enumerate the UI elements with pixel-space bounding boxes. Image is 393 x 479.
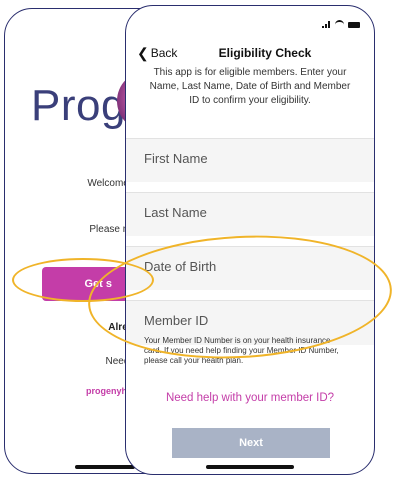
last-name-placeholder: Last Name: [144, 205, 207, 220]
field-separator: [126, 182, 374, 192]
progeny-logo-text: Prog: [31, 81, 126, 130]
home-indicator: [75, 465, 135, 469]
intro-text: This app is for eligible members. Enter …: [149, 67, 351, 106]
member-id-help-link[interactable]: Need help with your member ID?: [126, 392, 374, 404]
battery-icon: [348, 21, 360, 28]
last-name-field[interactable]: Last Name: [126, 192, 374, 237]
next-button[interactable]: Next: [172, 428, 330, 458]
status-bar: [322, 20, 360, 29]
first-name-field[interactable]: First Name: [126, 138, 374, 183]
first-name-placeholder: First Name: [144, 151, 208, 166]
signal-icon: [322, 21, 331, 28]
page-title: Eligibility Check: [218, 46, 312, 60]
wifi-icon: [335, 20, 344, 29]
home-indicator: [206, 465, 294, 469]
